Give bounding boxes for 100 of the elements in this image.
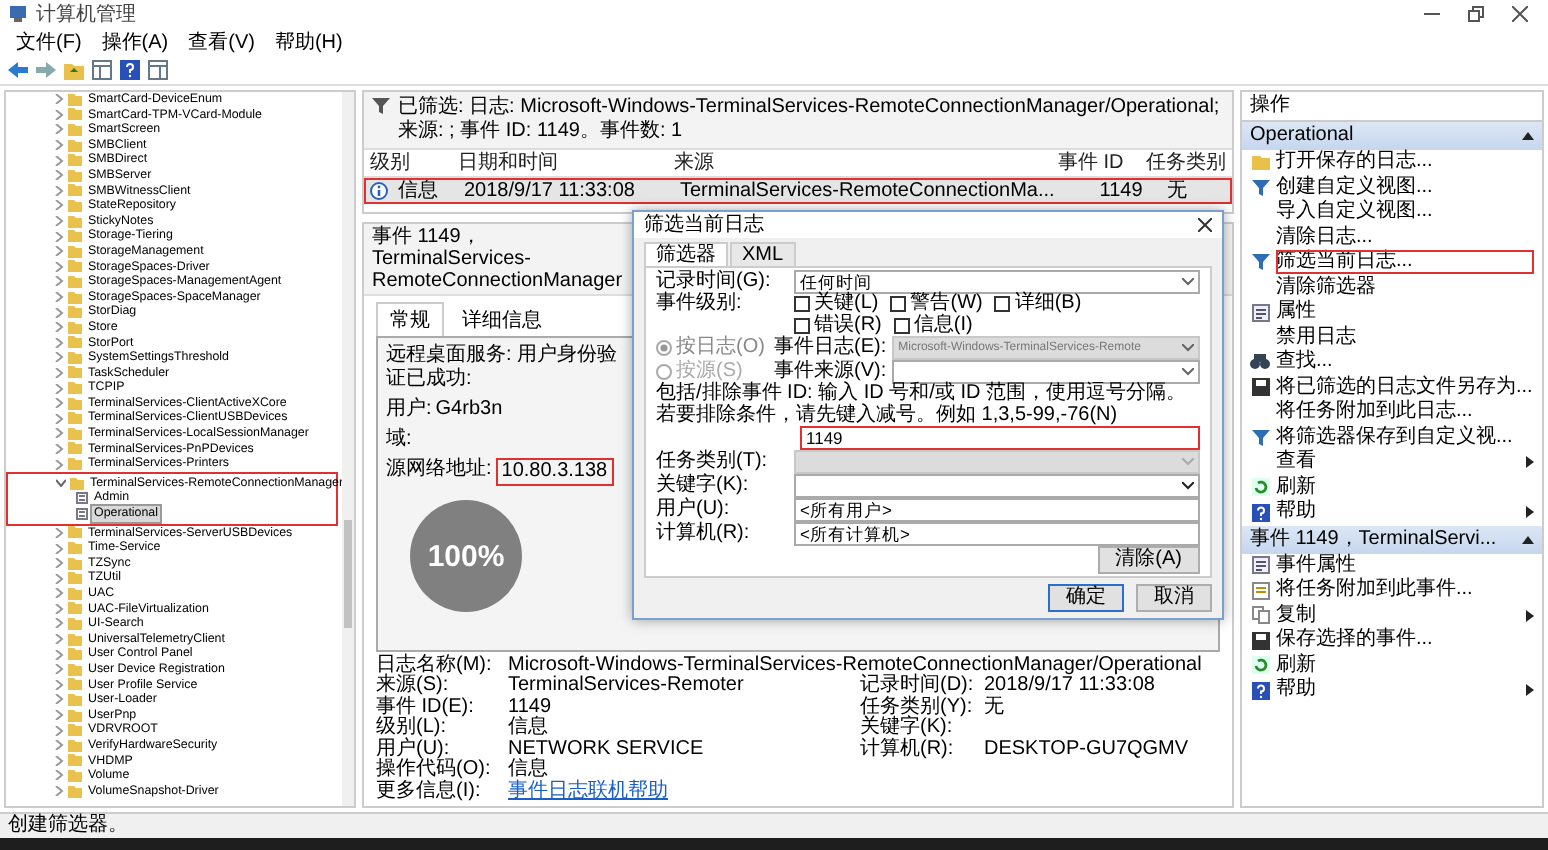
source-dropdown[interactable] xyxy=(892,360,1200,384)
close-icon xyxy=(1512,6,1528,22)
action-item[interactable]: 查看 xyxy=(1276,450,1520,475)
close-icon xyxy=(1198,218,1212,232)
field-value: DESKTOP-GU7QGMV xyxy=(984,739,1191,760)
column-header[interactable]: 日期和时间 xyxy=(452,150,668,176)
input-field[interactable]: <所有用户> xyxy=(794,498,1200,522)
dialog-title: 筛选当前日志 xyxy=(644,214,764,236)
panel-icon[interactable] xyxy=(92,60,112,80)
column-header[interactable]: 事件 ID xyxy=(1052,150,1140,176)
field-label: 任务类别(Y): xyxy=(860,697,975,717)
help-icon xyxy=(1251,681,1269,700)
filter-icon xyxy=(1251,429,1269,446)
section-header[interactable]: Operational xyxy=(1242,122,1542,150)
action-item[interactable]: 将筛选器保存到自定义视... xyxy=(1276,425,1534,450)
panel-icon[interactable] xyxy=(148,60,168,80)
action-item[interactable]: 禁用日志 xyxy=(1276,325,1534,350)
field-value: 10.80.3.138 xyxy=(495,458,614,486)
action-item[interactable]: 将任务附加到此事件... xyxy=(1276,578,1534,603)
field-label: 源网络地址: xyxy=(386,458,492,484)
caret-icon xyxy=(1182,344,1194,352)
tab[interactable]: XML xyxy=(730,242,796,266)
checkbox[interactable]: 详细(B) xyxy=(994,294,1082,315)
tab[interactable]: 详细信息 xyxy=(448,302,556,336)
action-item[interactable]: 属性 xyxy=(1276,300,1534,325)
table-cell-text: TerminalServices-RemoteConnectionMa... xyxy=(678,178,1057,204)
up-folder-icon[interactable] xyxy=(64,60,84,80)
action-item[interactable]: 清除筛选器 xyxy=(1276,275,1534,300)
action-item[interactable]: 复制 xyxy=(1276,603,1520,628)
tab[interactable]: 常规 xyxy=(376,302,444,336)
action-item[interactable]: 刷新 xyxy=(1276,653,1534,678)
action-item[interactable]: 帮助 xyxy=(1276,678,1520,703)
message-text: 域: xyxy=(386,428,412,452)
collapse-arrow-icon xyxy=(1522,535,1534,543)
input-field[interactable]: <所有计算机> xyxy=(794,522,1200,546)
column-header[interactable]: 级别 xyxy=(364,150,452,176)
dropdown[interactable] xyxy=(794,474,1200,498)
message-text: 远程桌面服务: 用户身份验证已成功: xyxy=(386,344,620,392)
event-row[interactable]: 信息 2018/9/17 11:33:08 TerminalServices-RemoteConnectionMa... 1149 无 xyxy=(364,178,1232,204)
computer-management-icon xyxy=(8,4,28,24)
checkbox[interactable]: 警告(W) xyxy=(890,294,983,315)
menu-item[interactable]: 帮助(H) xyxy=(266,28,351,56)
action-item[interactable]: 清除日志... xyxy=(1276,225,1534,250)
field-label: 级别(L): xyxy=(376,718,446,738)
action-item[interactable]: 打开保存的日志... xyxy=(1276,150,1534,175)
checkbox[interactable]: 关键(L) xyxy=(794,294,879,315)
action-item[interactable]: 将已筛选的日志文件另存为... xyxy=(1276,375,1534,400)
field-label: 任务类别(T): xyxy=(656,451,770,473)
menu-item[interactable]: 查看(V) xyxy=(180,28,263,56)
field-value: 1149 xyxy=(508,697,554,717)
field-value: Microsoft-Windows-TerminalServices-RemoteConnectionManager/Operational xyxy=(508,655,1204,675)
caret-icon xyxy=(1182,368,1194,376)
window-title: 计算机管理 xyxy=(36,1,138,28)
table-cell-text: 1149 xyxy=(1097,178,1145,204)
section-header[interactable]: 事件 1149，TerminalServi... xyxy=(1242,525,1542,553)
action-item[interactable]: 创建自定义视图... xyxy=(1276,175,1534,200)
field-label: 计算机(R): xyxy=(656,523,752,545)
action-item[interactable]: 导入自定义视图... xyxy=(1276,200,1534,225)
field-label: 用户(U): xyxy=(376,739,450,759)
checkbox[interactable]: 错误(R) xyxy=(794,315,882,336)
field-label: 关键字(K): xyxy=(860,718,953,738)
field-label: 事件级别: xyxy=(656,294,744,315)
action-item[interactable]: 帮助 xyxy=(1276,500,1520,525)
clear-button[interactable]: 清除(A) xyxy=(1097,546,1200,574)
field-value: G4rb3n xyxy=(435,398,503,422)
action-item[interactable]: 事件属性 xyxy=(1276,553,1534,578)
radio-button[interactable]: 按日志(O) xyxy=(656,337,768,359)
field-label: 日志名称(M): xyxy=(376,655,494,675)
field-label: 用户: xyxy=(386,398,432,422)
help-link[interactable]: 事件日志联机帮助 xyxy=(508,781,1220,802)
menu-item[interactable]: 文件(F) xyxy=(8,28,90,56)
event-id-field[interactable]: 1149 xyxy=(800,426,1200,450)
column-header[interactable]: 任务类别 xyxy=(1140,150,1232,176)
tab[interactable]: 筛选器 xyxy=(644,242,728,266)
menu-item[interactable]: 操作(A) xyxy=(93,28,177,56)
filter-icon xyxy=(1251,254,1269,271)
field-label: 操作代码(O): xyxy=(376,760,493,780)
action-item[interactable]: 刷新 xyxy=(1276,475,1534,500)
status-text: 创建筛选器。 xyxy=(0,812,1548,838)
pane-title: 事件 1149，TerminalServices-RemoteConnectionManager xyxy=(372,226,625,292)
action-item[interactable]: 查找... xyxy=(1276,350,1534,375)
time-dropdown[interactable]: 任何时间 xyxy=(794,270,1200,294)
caret-icon xyxy=(1182,482,1194,490)
restore-icon xyxy=(1468,6,1484,22)
cancel-button[interactable]: 取消 xyxy=(1136,584,1212,612)
ok-button[interactable]: 确定 xyxy=(1048,584,1124,612)
field-value: 2018/9/17 11:33:08 xyxy=(984,676,1155,696)
action-item[interactable]: 将任务附加到此日志... xyxy=(1276,400,1534,425)
forward-arrow-icon[interactable] xyxy=(36,60,56,80)
properties-icon xyxy=(1251,303,1269,322)
action-item[interactable]: 保存选择的事件... xyxy=(1276,628,1534,653)
back-arrow-icon[interactable] xyxy=(8,60,28,80)
copy-icon xyxy=(1251,606,1269,625)
section-title: 事件 1149，TerminalServi... xyxy=(1250,527,1497,551)
checkbox[interactable]: 信息(I) xyxy=(893,315,973,336)
section-title: Operational xyxy=(1250,124,1354,148)
field-value: TerminalServices-Remoter xyxy=(508,676,744,697)
help-icon[interactable] xyxy=(120,60,140,80)
column-header[interactable]: 来源 xyxy=(668,150,1052,176)
filter-summary: 已筛选: 日志: Microsoft-Windows-TerminalServices-RemoteConnectionManager/Operational; 来源: ; 事件 ID: 1149。事件数: 1 xyxy=(398,96,1222,144)
